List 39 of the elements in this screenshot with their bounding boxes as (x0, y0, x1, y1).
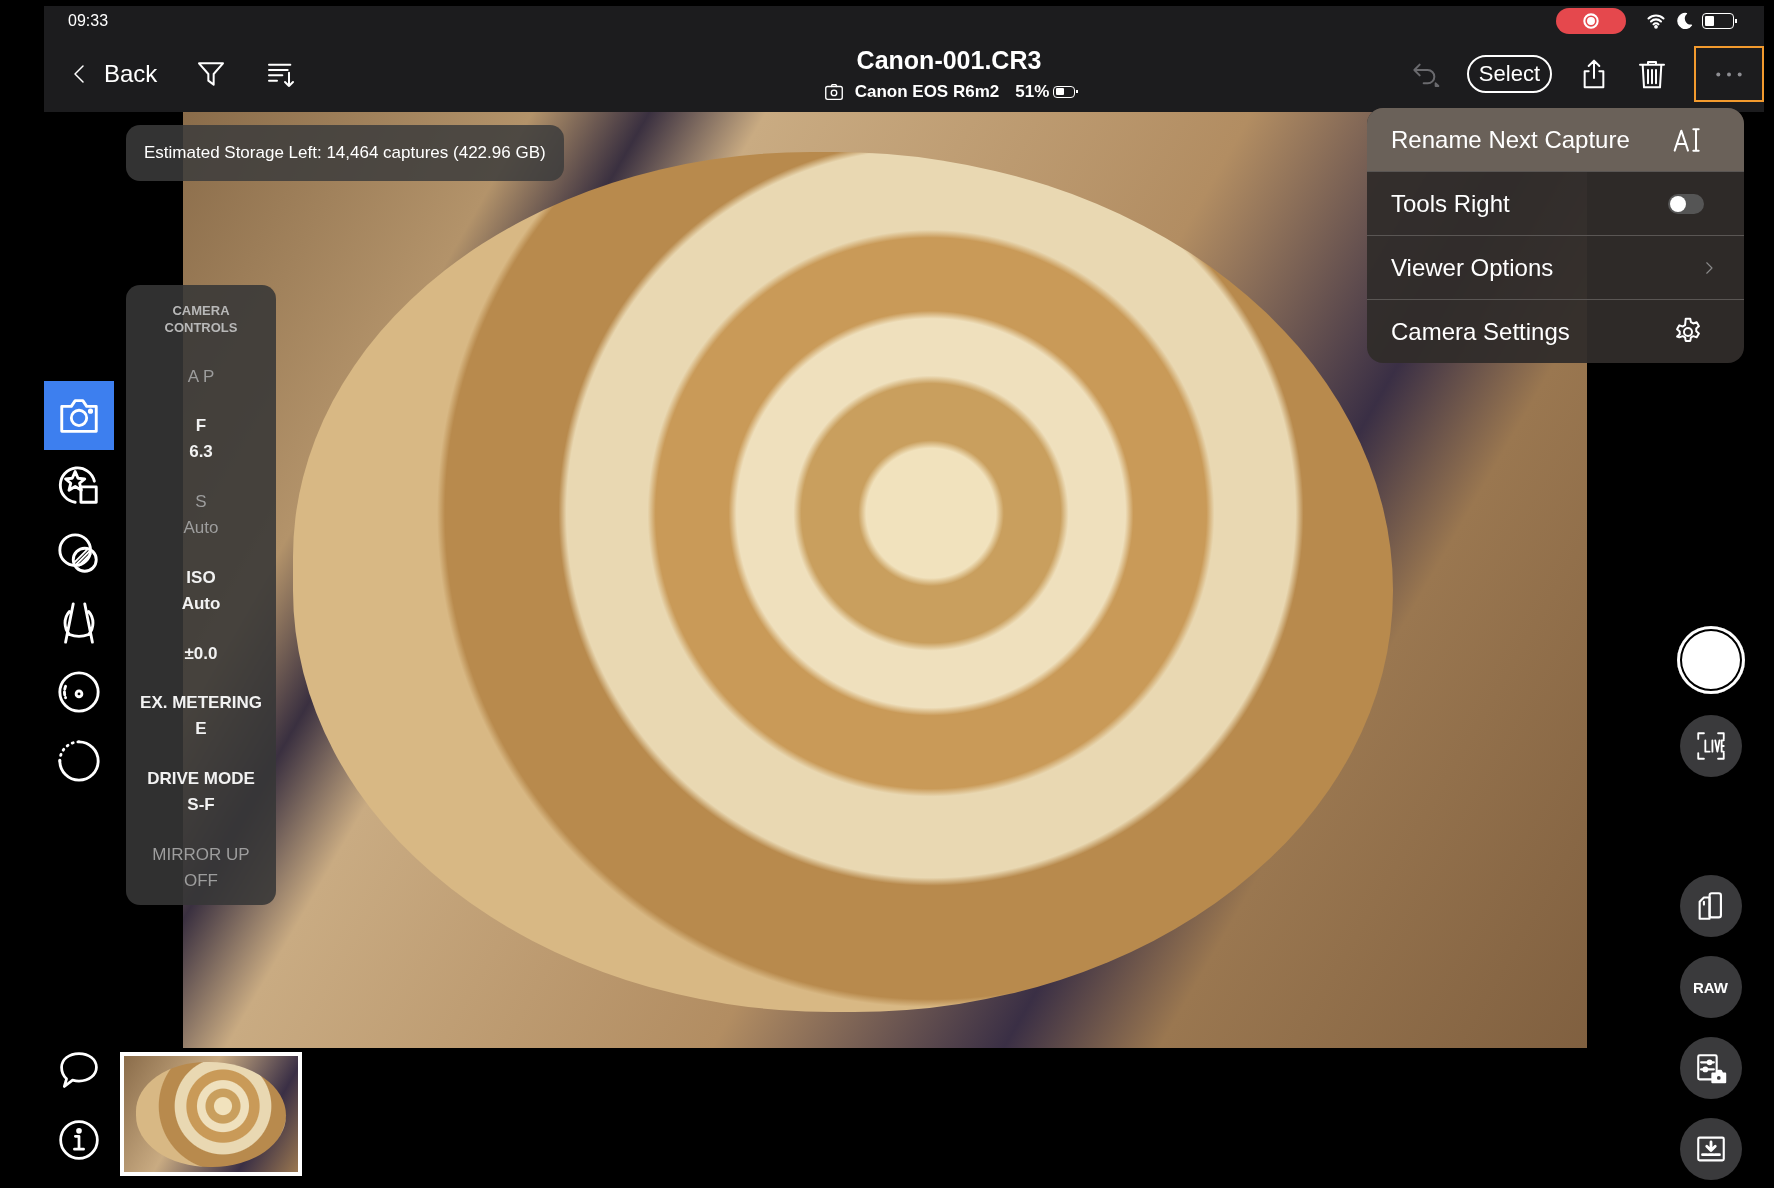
storage-info: Estimated Storage Left: 14,464 captures (422.96 GB) (126, 125, 564, 181)
select-button[interactable]: Select (1466, 55, 1552, 93)
camera-name: Canon EOS R6m2 (854, 81, 1000, 102)
control-value[interactable]: E (195, 719, 207, 740)
wifi-icon (1646, 11, 1666, 31)
menu-item-label: Camera Settings (1391, 317, 1570, 346)
control-label[interactable]: F (195, 416, 207, 437)
moon-icon (1674, 11, 1694, 31)
thumbnail[interactable] (120, 1052, 302, 1176)
screen-recording-indicator[interactable] (1556, 8, 1626, 34)
control-label[interactable]: EX. METERING (140, 693, 262, 714)
info-icon[interactable] (57, 1118, 101, 1162)
status-time: 09:33 (68, 12, 109, 30)
control-value[interactable]: S-F (187, 795, 215, 816)
menu-item[interactable]: Camera Settings (1367, 299, 1744, 363)
battery-icon (1702, 13, 1734, 29)
menu-item[interactable]: Tools Right (1367, 171, 1744, 235)
toggle-switch[interactable] (1668, 193, 1704, 214)
more-button[interactable] (1694, 46, 1764, 102)
menu-item-label: Tools Right (1391, 189, 1510, 218)
panel-title: CAMERA CONTROLS (163, 303, 239, 337)
more-icon (1716, 71, 1742, 77)
trash-icon[interactable] (1636, 58, 1668, 90)
control-label[interactable]: ±0.0 (184, 643, 218, 664)
menu-item-label: Viewer Options (1391, 253, 1554, 282)
menu-item[interactable]: Rename Next Capture (1367, 108, 1744, 171)
battery-icon (1053, 85, 1076, 98)
raw-button[interactable]: RAW (1679, 956, 1742, 1018)
control-label[interactable]: ISO (186, 567, 216, 588)
back-button[interactable]: Back (68, 60, 158, 88)
control-value[interactable]: 6.3 (189, 442, 213, 463)
file-title: Canon-001.CR3 (856, 45, 1042, 75)
dotted-circle-icon (56, 737, 102, 784)
focus-dial-icon (56, 668, 102, 715)
battery-percent: 51% (1015, 81, 1050, 102)
menu-item[interactable]: Viewer Options (1367, 235, 1744, 299)
control-value[interactable]: Auto (181, 593, 221, 614)
control-label[interactable]: DRIVE MODE (147, 769, 255, 790)
menu-item-label: Rename Next Capture (1391, 125, 1630, 154)
